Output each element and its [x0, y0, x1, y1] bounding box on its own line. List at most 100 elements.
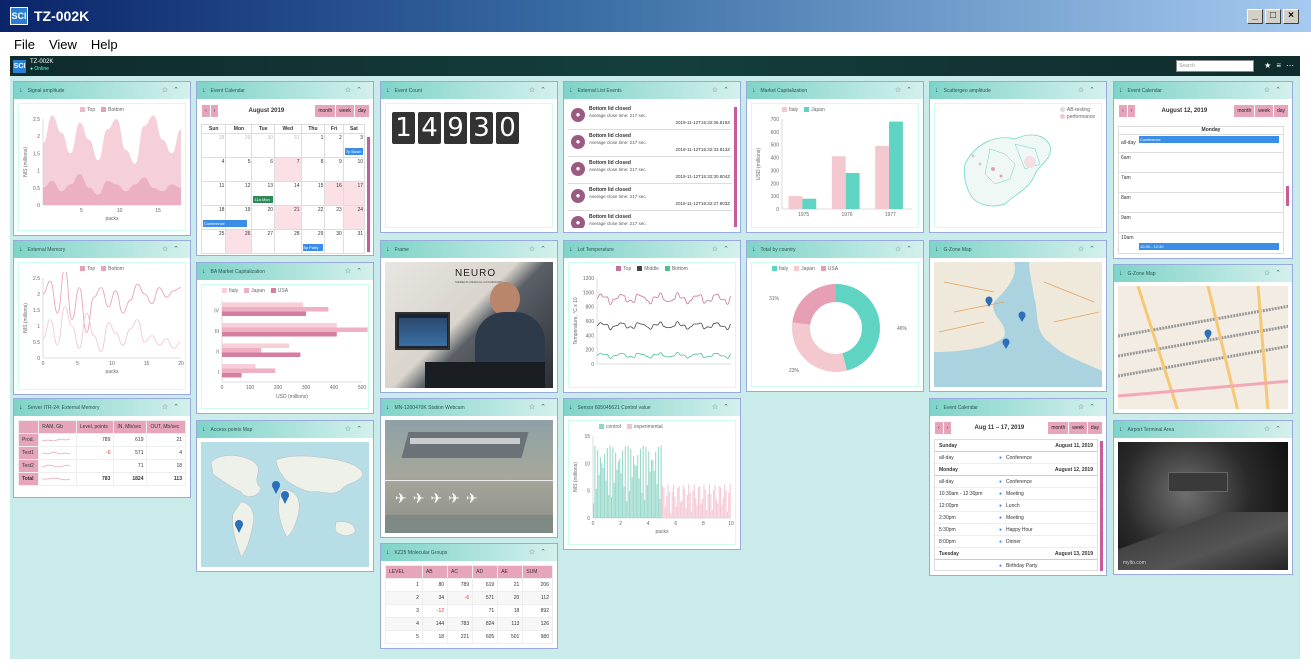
agenda-event[interactable]: ● Birthday Party — [935, 560, 1097, 570]
menu-help[interactable]: Help — [91, 37, 118, 52]
agenda-event[interactable]: 2:30pm ● Meeting — [935, 512, 1097, 524]
calendar-day[interactable]: 29 8p Party — [300, 229, 326, 254]
airport-camera-image[interactable]: mylto.com — [1118, 442, 1288, 570]
menu-view[interactable]: View — [49, 37, 77, 52]
panel-controls[interactable]: ☆⌃ — [1264, 425, 1286, 433]
list-item[interactable]: ● Bottom lid closed Average close time: 21… — [568, 103, 732, 130]
panel-controls[interactable]: ☆⌃ — [162, 403, 184, 411]
next-button[interactable]: › — [1127, 105, 1136, 117]
collapse-icon[interactable]: ↓ — [19, 87, 23, 94]
panel-controls[interactable]: ☆⌃ — [345, 86, 367, 94]
panel-controls[interactable]: ☆⌃ — [162, 86, 184, 94]
next-button[interactable]: › — [943, 422, 952, 434]
more-icon[interactable]: ⋯ — [1286, 61, 1294, 70]
menu-icon[interactable]: ≡ — [1276, 61, 1281, 70]
panel-controls[interactable]: ☆⌃ — [1264, 86, 1286, 94]
view-month-button[interactable]: month — [315, 105, 336, 117]
world-map[interactable] — [201, 442, 369, 567]
calendar-event[interactable]: 8p Party — [302, 244, 324, 251]
panel-controls[interactable]: ☆⌃ — [895, 86, 917, 94]
collapse-icon[interactable]: ↓ — [1119, 270, 1123, 277]
search-input[interactable]: Search — [1176, 60, 1254, 72]
agenda-event[interactable]: all-day ● Conference — [935, 476, 1097, 488]
calendar-day[interactable]: 27 — [251, 229, 276, 254]
calendar-day[interactable]: 28 — [274, 229, 302, 254]
calendar-day[interactable]: 8 — [300, 157, 326, 182]
collapse-icon[interactable]: ↓ — [202, 268, 206, 275]
view-week-button[interactable]: week — [336, 105, 354, 117]
calendar-day[interactable]: 7 — [274, 157, 302, 182]
panel-controls[interactable]: ☆⌃ — [1078, 86, 1100, 94]
collapse-icon[interactable]: ↓ — [386, 87, 390, 94]
calendar-day[interactable]: 2 — [324, 133, 344, 158]
calendar-day[interactable]: 14 — [274, 181, 302, 206]
gzone-map-view[interactable] — [934, 262, 1102, 387]
calendar-day[interactable]: 31 — [342, 229, 366, 254]
agenda-event[interactable]: 8:00pm ● Dinner — [935, 536, 1097, 548]
calendar-event[interactable]: Conference — [203, 220, 247, 227]
view-day-button[interactable]: day — [1273, 105, 1288, 117]
agenda-event[interactable]: all-day ● Conference — [935, 452, 1097, 464]
calendar-day[interactable]: 16 — [324, 181, 344, 206]
panel-controls[interactable]: ☆⌃ — [162, 245, 184, 253]
calendar-day[interactable]: 23 — [324, 205, 344, 230]
panel-controls[interactable]: ☆⌃ — [712, 403, 734, 411]
calendar-day[interactable]: 3 7p Busin — [342, 133, 366, 158]
close-button[interactable]: × — [1283, 9, 1299, 24]
collapse-icon[interactable]: ↓ — [935, 404, 939, 411]
collapse-icon[interactable]: ↓ — [569, 87, 573, 94]
event-slot[interactable]: 10:30 - 12:30 — [1139, 243, 1279, 250]
calendar-event[interactable]: 7p Busin — [344, 148, 363, 155]
calendar-day[interactable]: 29 — [225, 133, 253, 158]
list-item[interactable]: ● Bottom lid closed Average close time: 21… — [568, 184, 732, 211]
panel-controls[interactable]: ☆⌃ — [529, 245, 551, 253]
calendar-day[interactable]: 20 — [251, 205, 276, 230]
collapse-icon[interactable]: ↓ — [935, 87, 939, 94]
view-day-button[interactable]: day — [354, 105, 369, 117]
view-day-button[interactable]: day — [1087, 422, 1102, 434]
calendar-day[interactable]: 28 — [200, 133, 227, 158]
scrollbar[interactable] — [1100, 441, 1103, 571]
calendar-day[interactable]: 6 — [251, 157, 276, 182]
calendar-day[interactable]: 30 — [251, 133, 276, 158]
collapse-icon[interactable]: ↓ — [1119, 87, 1123, 94]
star-icon[interactable]: ★ — [1264, 61, 1271, 70]
agenda-event[interactable]: 12:00pm ● Lunch — [935, 500, 1097, 512]
view-week-button[interactable]: week — [1069, 422, 1087, 434]
calendar-day[interactable]: 22 — [300, 205, 326, 230]
collapse-icon[interactable]: ↓ — [386, 246, 390, 253]
calendar-day[interactable]: 11 — [200, 181, 227, 206]
calendar-day[interactable]: 9 — [324, 157, 344, 182]
list-item[interactable]: ● Bottom lid closed Average close time: 21… — [568, 130, 732, 157]
panel-controls[interactable]: ☆⌃ — [1078, 245, 1100, 253]
map-marker-icon[interactable] — [272, 481, 280, 494]
panel-controls[interactable]: ☆⌃ — [529, 548, 551, 556]
view-week-button[interactable]: week — [1255, 105, 1273, 117]
calendar-day[interactable]: 18 Conference — [200, 205, 247, 230]
calendar-day[interactable]: 26 — [225, 229, 253, 254]
panel-controls[interactable]: ☆⌃ — [712, 86, 734, 94]
event-conference[interactable]: Conference — [1139, 136, 1279, 143]
agenda-event[interactable]: 5:30pm ● Happy Hour — [935, 524, 1097, 536]
panel-controls[interactable]: ☆⌃ — [345, 267, 367, 275]
calendar-day[interactable]: 15 — [300, 181, 326, 206]
calendar-day[interactable]: 10 — [342, 157, 366, 182]
scrollbar[interactable] — [734, 107, 737, 227]
collapse-icon[interactable]: ↓ — [569, 246, 573, 253]
panel-controls[interactable]: ☆⌃ — [529, 403, 551, 411]
street-map-view[interactable] — [1118, 286, 1288, 409]
collapse-icon[interactable]: ↓ — [569, 404, 573, 411]
scattergeo-map[interactable] — [935, 104, 1103, 230]
list-item[interactable]: ● Bottom lid closed Average close time: 21… — [568, 157, 732, 184]
next-button[interactable]: › — [210, 105, 219, 117]
calendar-event[interactable]: 11a Mon — [253, 196, 274, 203]
calendar-day[interactable]: 5 — [225, 157, 253, 182]
minimize-button[interactable]: _ — [1247, 9, 1263, 24]
view-month-button[interactable]: month — [1048, 422, 1069, 434]
calendar-day[interactable]: 4 — [200, 157, 227, 182]
menu-file[interactable]: File — [14, 37, 35, 52]
collapse-icon[interactable]: ↓ — [386, 404, 390, 411]
frame-image[interactable]: NEURO SIEMENS MEDICAL DASHBOARD — [385, 262, 553, 388]
collapse-icon[interactable]: ↓ — [752, 246, 756, 253]
calendar-day[interactable]: 24 — [342, 205, 366, 230]
